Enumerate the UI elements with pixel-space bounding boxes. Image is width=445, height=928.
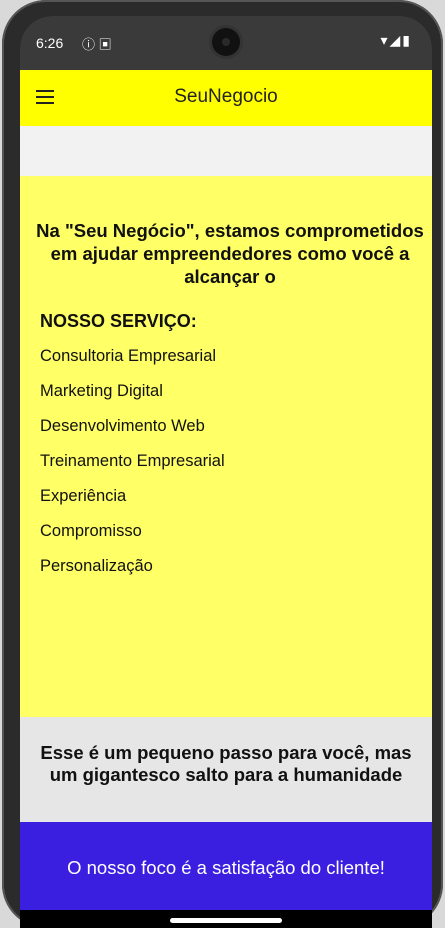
footer-panel: O nosso foco é a satisfação do cliente! [20, 822, 432, 910]
quote-panel: Esse é um pequeno passo para você, mas u… [20, 717, 432, 822]
service-item-experiencia: Experiência [40, 487, 127, 505]
device-screen: 6:26 ⓘ ▣ ▾◢▮ SeuNegocio Na "Seu Negócio"… [20, 16, 432, 928]
navigation-bar [20, 910, 432, 928]
status-bar: 6:26 ⓘ ▣ ▾◢▮ [20, 16, 432, 70]
notification-icons: ⓘ ▣ [82, 37, 112, 52]
main-panel: Na "Seu Negócio", estamos comprometidos … [20, 176, 432, 717]
app-title: SeuNegocio [174, 86, 278, 107]
front-camera-icon [212, 28, 240, 56]
service-item-treinamento: Treinamento Empresarial [40, 452, 225, 470]
service-item-consultoria: Consultoria Empresarial [40, 347, 217, 365]
home-gesture-handle[interactable] [170, 918, 282, 923]
app-bar: SeuNegocio [20, 70, 432, 126]
signal-battery-icons: ▾◢▮ [380, 32, 412, 48]
status-time: 6:26 [36, 35, 64, 51]
service-item-marketing: Marketing Digital [40, 382, 163, 400]
quote-text: Esse é um pequeno passo para você, mas u… [40, 742, 412, 785]
services-heading: NOSSO SERVIÇO: [40, 311, 197, 331]
service-item-personalizacao: Personalização [40, 557, 153, 575]
service-item-desenvolvimento: Desenvolvimento Web [40, 417, 205, 435]
footer-text: O nosso foco é a satisfação do cliente! [67, 857, 385, 878]
intro-text: Na "Seu Negócio", estamos comprometidos … [36, 220, 424, 287]
gray-strip [20, 126, 432, 176]
service-item-compromisso: Compromisso [40, 522, 142, 540]
